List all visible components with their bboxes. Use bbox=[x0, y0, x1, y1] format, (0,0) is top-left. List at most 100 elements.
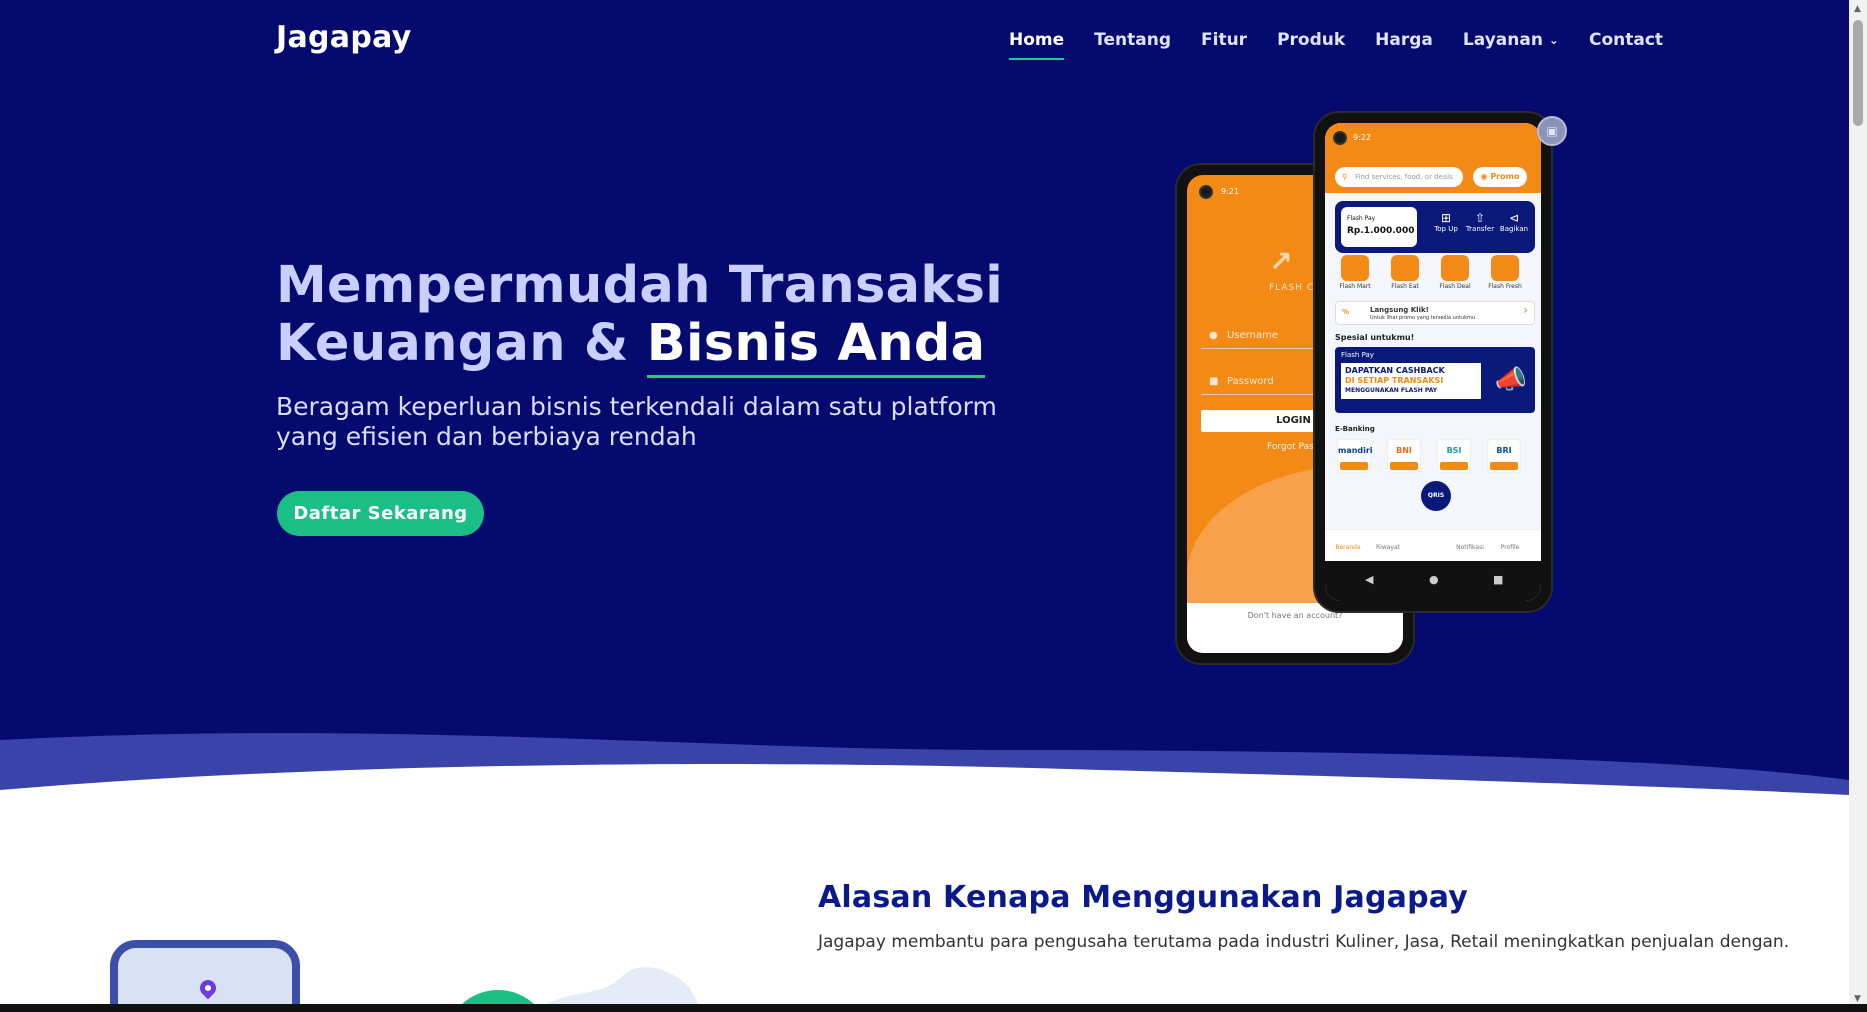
lock-icon: ■ bbox=[1209, 376, 1219, 387]
username-placeholder: Username bbox=[1227, 330, 1278, 341]
bank-bri[interactable]: BRI bbox=[1487, 439, 1521, 473]
home-icon[interactable]: ● bbox=[1429, 573, 1439, 586]
share-label: Bagikan bbox=[1499, 225, 1529, 233]
cashback-text: DAPATKAN CASHBACK DI SETIAP TRANSAKSI ME… bbox=[1341, 363, 1481, 399]
nav-home-label: Home bbox=[1009, 30, 1065, 50]
tab-beranda[interactable]: Beranda bbox=[1331, 544, 1365, 551]
app-promo-label: Promo bbox=[1490, 172, 1520, 181]
hero-subtitle: Beragam keperluan bisnis terkendali dala… bbox=[276, 392, 997, 451]
cashback-label: Flash Pay bbox=[1341, 351, 1374, 359]
app-card-title: Flash Pay bbox=[1347, 215, 1376, 222]
flash-fresh-label: Flash Fresh bbox=[1488, 283, 1522, 290]
map-illustration bbox=[110, 940, 300, 1008]
transfer-label: Transfer bbox=[1465, 225, 1495, 233]
bank-bni[interactable]: BNI bbox=[1387, 439, 1421, 473]
nav-produk-label: Produk bbox=[1277, 30, 1346, 50]
app-search-input[interactable]: ⚲ Find services, food, or deals bbox=[1335, 167, 1463, 187]
flash-fresh-icon[interactable] bbox=[1491, 255, 1519, 281]
nav-home[interactable]: Home bbox=[1009, 30, 1065, 60]
section-text: Jagapay membantu para pengusaha terutama… bbox=[818, 932, 1790, 952]
location-pin-icon bbox=[196, 976, 220, 1000]
nav-fitur[interactable]: Fitur bbox=[1201, 30, 1247, 50]
megaphone-icon: 📣 bbox=[1494, 365, 1527, 395]
cashback-line1: DAPATKAN CASHBACK bbox=[1345, 366, 1445, 375]
top-up-label: Top Up bbox=[1434, 225, 1458, 233]
chevron-right-icon: › bbox=[1523, 303, 1528, 317]
app-phone-mockup: 9:22 ⚲ Find services, food, or deals ◉ P… bbox=[1313, 111, 1553, 613]
flash-eat-icon[interactable] bbox=[1391, 255, 1419, 281]
nav-harga-label: Harga bbox=[1375, 30, 1433, 50]
register-button[interactable]: Daftar Sekarang bbox=[277, 491, 484, 536]
nav-tentang-label: Tentang bbox=[1094, 30, 1171, 50]
password-placeholder: Password bbox=[1227, 376, 1274, 387]
promo-icon: ◉ bbox=[1480, 172, 1491, 181]
app-promo-button[interactable]: ◉ Promo bbox=[1473, 167, 1527, 187]
special-heading: Spesial untukmu! bbox=[1335, 333, 1415, 342]
flash-mart-label: Flash Mart bbox=[1339, 283, 1371, 290]
flash-eat-label: Flash Eat bbox=[1391, 283, 1419, 290]
back-icon[interactable]: ◀ bbox=[1365, 573, 1373, 586]
page: Jagapay Home Tentang Fitur Produk Harga … bbox=[0, 0, 1849, 1008]
hero-title-highlight: Bisnis Anda bbox=[646, 314, 986, 378]
qr-scan-icon[interactable]: QRIS bbox=[1421, 481, 1451, 511]
percent-icon: % bbox=[1342, 308, 1350, 316]
scroll-down-icon[interactable]: ▼ bbox=[1854, 994, 1861, 1004]
tab-riwayat[interactable]: Riwayat bbox=[1371, 544, 1405, 551]
cashback-line3: MENGGUNAKAN FLASH PAY bbox=[1345, 387, 1438, 394]
status-time: 9:22 bbox=[1353, 133, 1371, 142]
nav-contact-label: Contact bbox=[1588, 30, 1664, 50]
app-balance: Rp.1.000.000 bbox=[1347, 226, 1415, 236]
promo-banner-sub: Untuk lihat promo yang tersedia untukmu bbox=[1370, 315, 1476, 321]
brand-logo[interactable]: Jagapay bbox=[276, 20, 412, 55]
flash-logo-icon: ↗ bbox=[1269, 245, 1293, 278]
app-tab-bar: Beranda Riwayat Notifikasi Profile bbox=[1325, 529, 1541, 561]
main-nav: Home Tentang Fitur Produk Harga Layanan ⌄… bbox=[1009, 30, 1693, 60]
cloud-shape bbox=[540, 967, 700, 1008]
share-icon: ⊲ bbox=[1508, 211, 1520, 225]
vertical-scrollbar[interactable]: ▲ ▼ bbox=[1849, 0, 1867, 1008]
nav-harga[interactable]: Harga bbox=[1375, 30, 1433, 50]
window-bottom-edge bbox=[0, 1004, 1867, 1012]
nav-layanan-dropdown[interactable]: Layanan ⌄ bbox=[1463, 30, 1559, 50]
hero-wave-divider bbox=[0, 733, 1849, 800]
scrollbar-thumb[interactable] bbox=[1853, 20, 1863, 126]
app-search-placeholder: Find services, food, or deals bbox=[1355, 173, 1453, 181]
share-button[interactable]: ⊲ Bagikan bbox=[1499, 211, 1529, 233]
promo-banner[interactable]: % Langsung Klik! Untuk lihat promo yang … bbox=[1335, 301, 1535, 325]
flash-mart-icon[interactable] bbox=[1341, 255, 1369, 281]
tab-notifikasi[interactable]: Notifikasi bbox=[1453, 544, 1487, 551]
flash-deal-icon[interactable] bbox=[1441, 255, 1469, 281]
tab-profile[interactable]: Profile bbox=[1493, 544, 1527, 551]
nav-tentang[interactable]: Tentang bbox=[1094, 30, 1171, 50]
ebanking-heading: E-Banking bbox=[1335, 425, 1375, 433]
bank-mandiri[interactable]: mandiri bbox=[1337, 439, 1373, 473]
top-up-button[interactable]: ⊞ Top Up bbox=[1431, 211, 1461, 233]
status-time: 9:21 bbox=[1221, 187, 1239, 196]
camera-icon bbox=[1333, 131, 1347, 145]
nav-contact[interactable]: Contact bbox=[1589, 30, 1663, 50]
nav-fitur-label: Fitur bbox=[1201, 30, 1248, 50]
cashback-banner[interactable]: Flash Pay DAPATKAN CASHBACK DI SETIAP TR… bbox=[1335, 347, 1535, 413]
cloud-illustration bbox=[540, 967, 700, 1008]
nav-produk[interactable]: Produk bbox=[1277, 30, 1345, 50]
android-nav-bar: ◀ ● ■ bbox=[1325, 561, 1541, 601]
app-balance-box: Flash Pay Rp.1.000.000 bbox=[1341, 207, 1417, 247]
upload-icon: ⇧ bbox=[1474, 211, 1486, 225]
user-icon: ● bbox=[1209, 330, 1218, 341]
app-screen: 9:22 ⚲ Find services, food, or deals ◉ P… bbox=[1325, 123, 1541, 601]
scroll-up-icon[interactable]: ▲ bbox=[1854, 4, 1861, 14]
transfer-button[interactable]: ⇧ Transfer bbox=[1465, 211, 1495, 233]
plus-icon: ⊞ bbox=[1440, 211, 1452, 225]
recents-icon[interactable]: ■ bbox=[1493, 573, 1503, 586]
bank-bsi[interactable]: BSI bbox=[1437, 439, 1471, 473]
promo-banner-title: Langsung Klik! bbox=[1370, 306, 1429, 314]
flash-deal-label: Flash Deal bbox=[1439, 283, 1471, 290]
chevron-down-icon: ⌄ bbox=[1548, 33, 1559, 47]
camera-icon bbox=[1199, 185, 1213, 199]
search-icon: ⚲ bbox=[1342, 173, 1348, 181]
nav-layanan-label: Layanan bbox=[1462, 30, 1543, 50]
screen-capture-icon[interactable]: ▣ bbox=[1537, 116, 1567, 146]
hero-section: Jagapay Home Tentang Fitur Produk Harga … bbox=[0, 0, 1849, 800]
section-title: Alasan Kenapa Menggunakan Jagapay bbox=[818, 880, 1469, 915]
hero-title: Mempermudah Transaksi Keuangan & Bisnis … bbox=[276, 257, 1036, 378]
